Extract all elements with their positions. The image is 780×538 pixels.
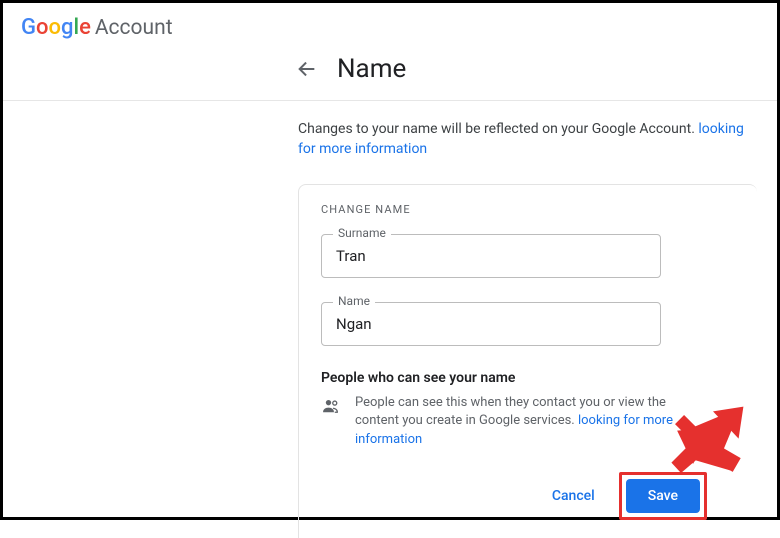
visibility-title: People who can see your name [321,370,735,386]
back-arrow-icon[interactable] [295,57,319,81]
save-button[interactable]: Save [626,479,700,513]
save-highlight-box: Save [619,472,707,520]
name-label: Name [333,294,375,308]
surname-field-wrapper: Surname [321,234,735,278]
page-title-row: Name [3,50,777,100]
card-title: CHANGE NAME [321,203,735,216]
page-description: Changes to your name will be reflected o… [298,119,757,160]
actions-row: Cancel Save [321,472,735,520]
account-word: Account [95,16,173,40]
main-content: Changes to your name will be reflected o… [3,101,777,538]
page-title: Name [337,54,406,84]
name-field-wrapper: Name [321,302,735,346]
google-logo: GoogleAccount [21,15,173,40]
visibility-text: People can see this when they contact yo… [355,394,675,451]
visibility-row: People can see this when they contact yo… [321,394,735,451]
surname-label: Surname [333,226,391,240]
people-icon [321,396,341,420]
description-text: Changes to your name will be reflected o… [298,121,698,137]
change-name-card: CHANGE NAME Surname Name People who can … [298,184,757,538]
name-input[interactable] [321,302,661,346]
app-header: GoogleAccount [3,3,777,50]
cancel-button[interactable]: Cancel [548,480,599,512]
surname-input[interactable] [321,234,661,278]
